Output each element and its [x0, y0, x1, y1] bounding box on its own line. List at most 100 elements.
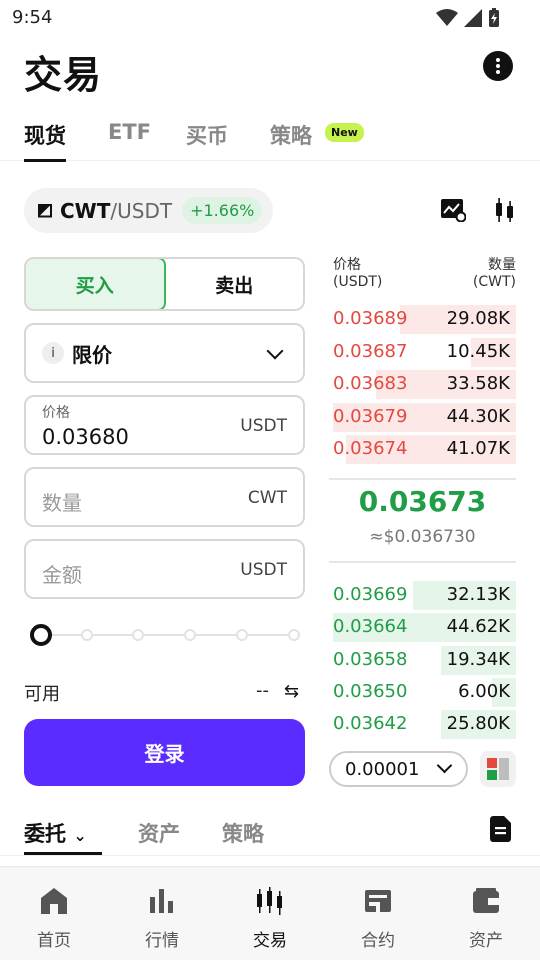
ask-quantity: 33.58K — [446, 373, 510, 394]
orders-tabs: 委托 ⌄ 资产 策略 — [0, 812, 540, 856]
ask-row[interactable]: 0.03679 44.30K — [329, 402, 516, 432]
tab-etf[interactable]: ETF — [108, 120, 151, 144]
tab-orders[interactable]: 委托 ⌄ — [24, 818, 87, 848]
trade-candles-icon — [257, 887, 282, 915]
ask-row[interactable]: 0.03674 41.07K — [329, 435, 516, 464]
price-change-badge: +1.66% — [182, 197, 263, 224]
last-price-fiat: ≈$0.036730 — [369, 527, 476, 547]
tab-strategy[interactable]: 策略 — [270, 120, 312, 150]
more-options-icon[interactable] — [483, 51, 513, 81]
status-bar: 9:54 — [0, 0, 540, 36]
chevron-down-icon — [436, 757, 453, 774]
amount-placeholder: 金额 — [42, 563, 82, 587]
ask-price: 0.03679 — [333, 405, 408, 427]
slider-step-60[interactable] — [184, 629, 196, 641]
depth-precision-select[interactable]: 0.00001 — [329, 751, 468, 787]
slider-step-80[interactable] — [236, 629, 248, 641]
bid-price: 0.03658 — [333, 648, 408, 670]
nav-home[interactable]: 首页 — [0, 867, 108, 960]
bid-row[interactable]: 0.03664 44.62K — [329, 613, 516, 643]
bid-quantity: 19.34K — [446, 648, 510, 670]
price-label: 价格 — [42, 405, 70, 421]
new-badge: New — [325, 123, 364, 142]
last-price[interactable]: 0.03673 — [329, 485, 516, 518]
buy-tab[interactable]: 买入 — [26, 259, 166, 309]
quantity-input[interactable]: 数量 CWT — [24, 467, 305, 527]
divider — [329, 561, 516, 563]
slider-knob[interactable] — [30, 624, 52, 646]
ask-row[interactable]: 0.03687 10.45K — [329, 337, 516, 367]
qty-column-header: 数量 (CWT) — [473, 257, 516, 291]
bid-price: 0.03664 — [333, 616, 408, 638]
nav-home-label: 首页 — [37, 931, 71, 951]
battery-icon — [489, 8, 499, 27]
tab-spot[interactable]: 现货 — [24, 120, 66, 162]
chevron-down-icon — [266, 342, 284, 360]
ask-row[interactable]: 0.03683 33.58K — [329, 370, 516, 399]
pair-base: CWT — [60, 198, 111, 223]
ask-row[interactable]: 0.03689 29.08K — [329, 305, 516, 334]
info-icon[interactable]: i — [42, 342, 64, 364]
qty-header-unit: (CWT) — [472, 274, 516, 290]
transfer-icon[interactable]: ⇆ — [284, 681, 299, 702]
tab-underline — [24, 852, 102, 855]
bid-row[interactable]: 0.03658 19.34K — [329, 645, 516, 675]
amount-input[interactable]: 金额 USDT — [24, 539, 305, 599]
tab-orders-label: 委托 — [24, 822, 66, 846]
tab-strategy-orders[interactable]: 策略 — [222, 818, 264, 848]
depth-precision-value: 0.00001 — [345, 758, 420, 780]
signal-icon — [464, 9, 482, 27]
ask-price: 0.03687 — [333, 340, 408, 362]
divider — [329, 478, 516, 480]
nav-market[interactable]: 行情 — [108, 867, 216, 960]
nav-assets[interactable]: 资产 — [432, 867, 540, 960]
status-time: 9:54 — [12, 7, 53, 28]
price-header-unit: (USDT) — [333, 274, 383, 290]
bid-quantity: 6.00K — [458, 680, 510, 702]
price-value[interactable]: 0.03680 — [42, 425, 129, 449]
order-history-icon[interactable] — [490, 816, 511, 842]
nav-trade-label: 交易 — [253, 931, 287, 951]
tab-buy-crypto[interactable]: 买币 — [186, 120, 228, 150]
order-type-select[interactable]: i 限价 — [24, 323, 305, 383]
ask-quantity: 10.45K — [446, 340, 510, 362]
chevron-down-icon: ⌄ — [73, 826, 87, 845]
tab-assets[interactable]: 资产 — [138, 818, 180, 848]
slider-step-40[interactable] — [132, 629, 144, 641]
nav-trade[interactable]: 交易 — [216, 867, 324, 960]
chart-icon[interactable] — [440, 198, 466, 222]
nav-market-label: 行情 — [145, 931, 179, 951]
quantity-unit: CWT — [247, 488, 287, 508]
quantity-placeholder: 数量 — [42, 491, 82, 515]
bottom-navigation: 首页 行情 交易 合约 资产 — [0, 866, 540, 960]
pair-selector[interactable]: CWT /USDT +1.66% — [24, 188, 273, 233]
bid-price: 0.03669 — [333, 584, 408, 605]
bid-row[interactable]: 0.03669 32.13K — [329, 581, 516, 610]
price-header-title: 价格 — [333, 257, 361, 273]
price-column-header: 价格 (USDT) — [333, 257, 382, 291]
nav-futures-label: 合约 — [361, 931, 395, 951]
slider-track — [40, 634, 296, 636]
login-button[interactable]: 登录 — [24, 719, 305, 786]
bid-price: 0.03650 — [333, 680, 408, 702]
sell-tab[interactable]: 卖出 — [166, 259, 304, 309]
page-title: 交易 — [24, 53, 103, 97]
nav-assets-label: 资产 — [469, 931, 503, 951]
slider-step-100[interactable] — [288, 629, 300, 641]
bid-row[interactable]: 0.03642 25.80K — [329, 710, 516, 740]
pair-switch-icon — [38, 203, 52, 218]
bid-row[interactable]: 0.03650 6.00K — [329, 677, 516, 707]
market-chart-icon — [150, 889, 173, 913]
amount-slider[interactable] — [30, 624, 300, 646]
book-layout-icon[interactable] — [480, 751, 516, 787]
price-input[interactable]: 价格 0.03680 USDT — [24, 395, 305, 455]
pair-quote: /USDT — [110, 198, 173, 223]
buy-sell-toggle: 买入 卖出 — [24, 257, 305, 311]
ask-price: 0.03689 — [333, 308, 408, 329]
bid-quantity: 25.80K — [446, 713, 510, 735]
nav-futures[interactable]: 合约 — [324, 867, 432, 960]
slider-step-20[interactable] — [81, 629, 93, 641]
candlestick-icon[interactable] — [494, 196, 516, 224]
bid-quantity: 44.62K — [446, 616, 510, 638]
order-type-label: 限价 — [72, 342, 112, 367]
